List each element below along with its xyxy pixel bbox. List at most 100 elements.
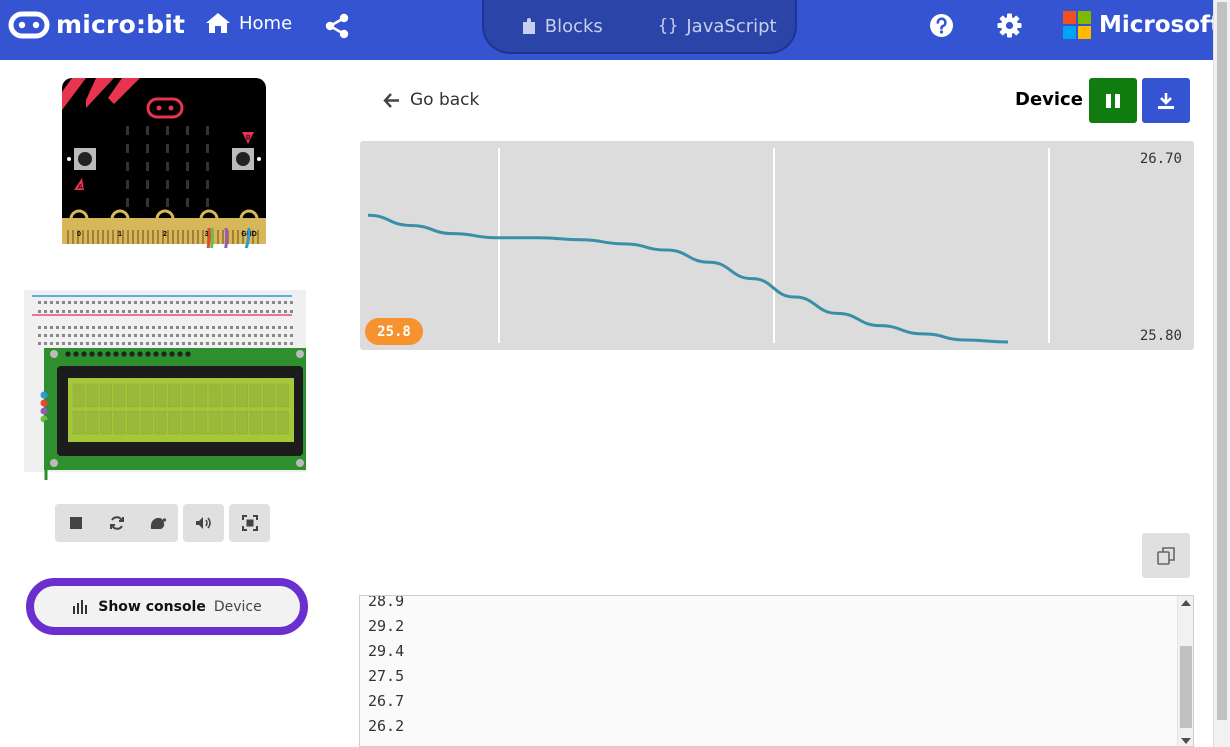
go-back-label: Go back [410, 90, 480, 110]
tab-javascript[interactable]: {} JavaScript [640, 0, 796, 52]
led [186, 162, 189, 171]
slow-motion-icon [150, 517, 166, 529]
scroll-up-arrow[interactable] [1181, 600, 1191, 606]
chart-min-label: 25.80 [1139, 328, 1182, 344]
home-label: Home [239, 12, 293, 34]
tab-blocks-label: Blocks [544, 15, 603, 37]
led [126, 144, 129, 153]
led [186, 126, 189, 135]
breadboard-with-lcd [24, 290, 306, 480]
bar-chart-icon [73, 599, 88, 614]
page-scrollbar-thumb[interactable] [1217, 2, 1227, 720]
download-icon [1158, 92, 1174, 109]
mute-icon [195, 517, 211, 529]
console-line: 27.5 [368, 667, 405, 685]
fullscreen-button[interactable] [229, 504, 270, 542]
pin-label: 1 [118, 231, 122, 238]
fullscreen-icon [241, 515, 258, 531]
serial-console[interactable]: 28.9 29.2 29.4 27.5 26.7 26.2 [359, 595, 1194, 747]
led [146, 144, 149, 153]
stop-icon [69, 517, 82, 529]
led [206, 126, 209, 135]
show-console-label: Show console [98, 598, 206, 615]
led [206, 144, 209, 153]
simulator-controls [55, 504, 270, 542]
console-scrollbar-thumb[interactable] [1180, 646, 1192, 728]
button-b-label: B [246, 135, 251, 142]
home-button[interactable]: Home [205, 12, 292, 34]
chart-max-label: 26.70 [1139, 151, 1182, 167]
tab-javascript-label: JavaScript [686, 15, 777, 37]
chart-current-value: 25.8 [365, 318, 423, 345]
share-icon [325, 13, 349, 39]
download-button[interactable] [1142, 78, 1190, 123]
console-scrollbar[interactable] [1177, 596, 1193, 746]
microsoft-label: Microsoft [1099, 12, 1222, 38]
restart-icon [109, 516, 124, 530]
page-scrollbar[interactable] [1213, 0, 1230, 747]
serial-chart: 26.70 25.80 25.8 [360, 141, 1194, 350]
console-line: 26.7 [368, 692, 405, 710]
led [146, 162, 149, 171]
led [146, 198, 149, 207]
console-lines: 28.9 29.2 29.4 27.5 26.7 26.2 [368, 595, 405, 739]
restart-button[interactable] [96, 504, 137, 542]
led [206, 198, 209, 207]
led [126, 126, 129, 135]
help-icon [930, 14, 953, 37]
mute-button[interactable] [183, 504, 224, 542]
simulator-control-group [55, 504, 178, 542]
show-console-button[interactable]: Show console Device [26, 578, 308, 635]
share-button[interactable] [325, 13, 349, 43]
arrow-left-icon [383, 92, 399, 108]
console-line: 26.2 [368, 717, 405, 735]
microbit-logo[interactable]: micro:bit [8, 10, 185, 39]
microsoft-grid-icon [1063, 11, 1091, 39]
led [186, 180, 189, 189]
scroll-down-arrow[interactable] [1181, 738, 1191, 744]
microsoft-logo[interactable]: Microsoft [1063, 11, 1221, 39]
stop-button[interactable] [55, 504, 96, 542]
pin-label: 2 [163, 231, 167, 238]
led [146, 126, 149, 135]
show-console-source: Device [213, 598, 262, 615]
chart-series-line [367, 213, 1009, 344]
top-menu-bar: micro:bit Home Blocks {} JavaScript Micr… [0, 0, 1221, 60]
led [166, 126, 169, 135]
settings-button[interactable] [997, 13, 1022, 42]
led [186, 198, 189, 207]
led [146, 180, 149, 189]
microbit-icon [8, 11, 50, 38]
led [186, 144, 189, 153]
pin-label: 0 [77, 231, 81, 238]
pause-button[interactable] [1089, 78, 1137, 123]
led [206, 162, 209, 171]
led [166, 144, 169, 153]
led [166, 198, 169, 207]
led [126, 162, 129, 171]
console-line: 29.2 [368, 617, 405, 635]
copy-button[interactable] [1142, 533, 1190, 578]
led [206, 180, 209, 189]
help-button[interactable] [929, 13, 954, 42]
microbit-board[interactable]: A B 0 1 2 3V GND [62, 78, 267, 248]
tab-blocks[interactable]: Blocks [484, 0, 640, 52]
braces-icon: {} [657, 16, 679, 36]
gear-icon [997, 13, 1022, 38]
led [166, 162, 169, 171]
pause-icon [1106, 93, 1120, 108]
serial-source-label: Device [1015, 89, 1083, 110]
slow-motion-button[interactable] [137, 504, 178, 542]
led [126, 180, 129, 189]
led [166, 180, 169, 189]
puzzle-icon [522, 18, 535, 34]
console-line: 28.9 [368, 595, 405, 610]
editor-toggle: Blocks {} JavaScript [482, 0, 797, 54]
button-a-label: A [78, 184, 83, 191]
console-line: 29.4 [368, 642, 405, 660]
copy-icon [1157, 546, 1175, 565]
led [126, 198, 129, 207]
go-back-button[interactable]: Go back [383, 90, 479, 110]
home-icon [206, 13, 230, 33]
serial-chart-plot [367, 148, 1050, 344]
